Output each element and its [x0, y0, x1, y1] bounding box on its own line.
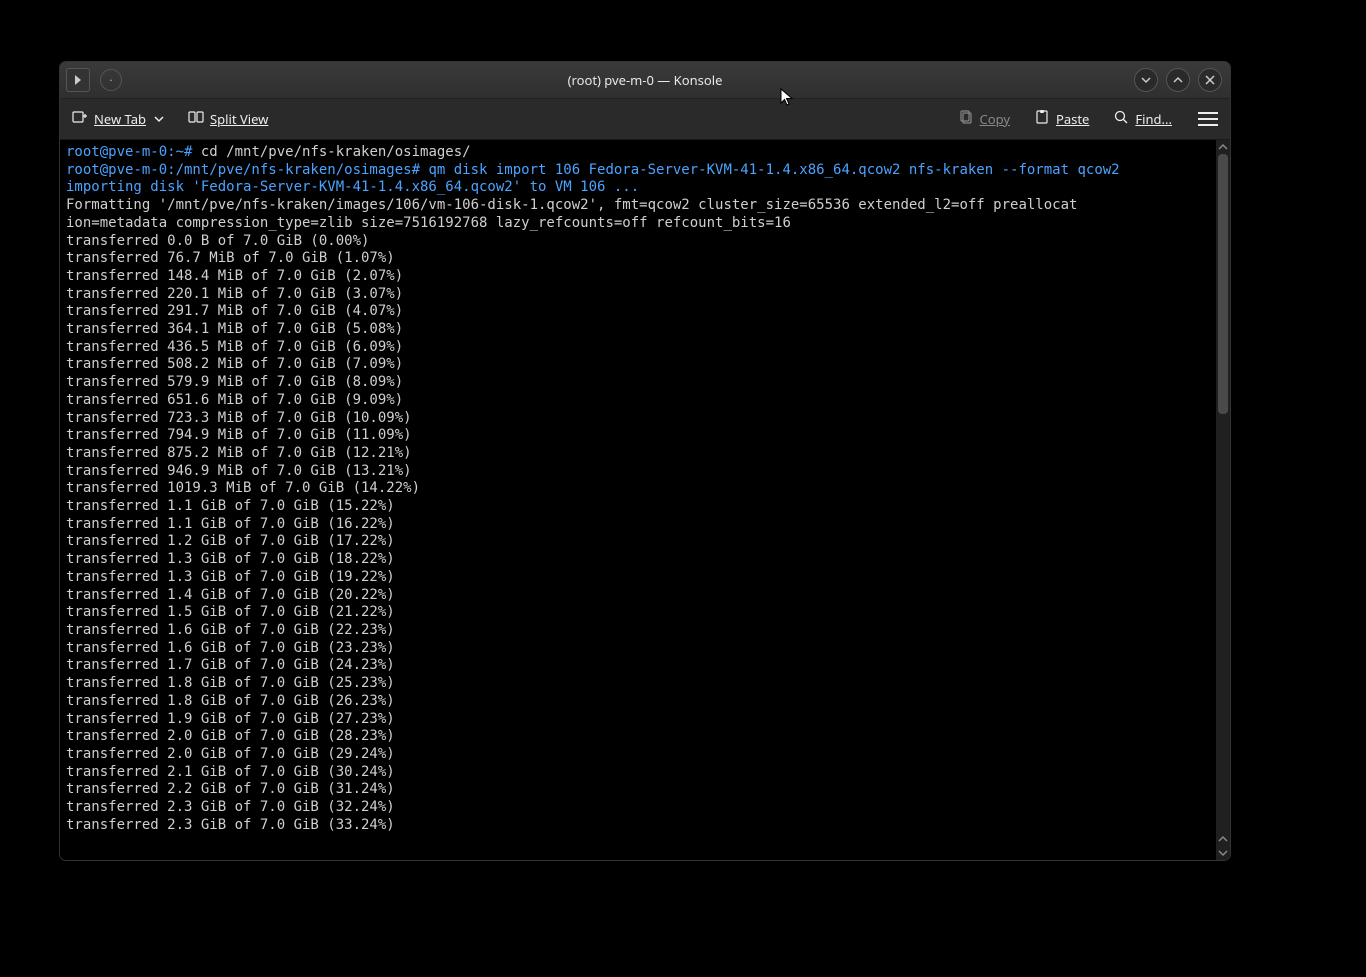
toolbar: New Tab Split View Copy [60, 99, 1230, 140]
hamburger-icon [1198, 112, 1218, 126]
split-view-label: Split View [210, 110, 268, 128]
titlebar: · (root) pve-m-0 — Konsole [60, 62, 1230, 99]
copy-button[interactable]: Copy [954, 105, 1014, 133]
copy-icon [958, 109, 974, 129]
maximize-button[interactable] [1166, 68, 1190, 92]
window-title: (root) pve-m-0 — Konsole [60, 71, 1230, 89]
paste-icon [1034, 109, 1050, 129]
search-icon [1113, 109, 1129, 129]
scrollbar-thumb[interactable] [1218, 154, 1228, 414]
paste-label: Paste [1056, 110, 1089, 128]
scrollbar[interactable] [1216, 140, 1230, 860]
scroll-down-icon[interactable] [1216, 846, 1230, 860]
scroll-up-lower-icon[interactable] [1216, 832, 1230, 846]
new-tab-icon [72, 109, 88, 129]
session-indicator[interactable]: · [100, 69, 122, 91]
konsole-window: · (root) pve-m-0 — Konsole New Tab [60, 62, 1230, 860]
find-label: Find... [1135, 110, 1172, 128]
close-button[interactable] [1198, 68, 1222, 92]
new-tab-label: New Tab [94, 110, 146, 128]
hamburger-menu[interactable] [1192, 108, 1222, 130]
nav-forward-button[interactable] [66, 68, 90, 92]
split-view-button[interactable]: Split View [184, 105, 272, 133]
chevron-down-icon [154, 110, 164, 128]
terminal-area: root@pve-m-0:~# cd /mnt/pve/nfs-kraken/o… [60, 140, 1230, 860]
copy-label: Copy [980, 110, 1010, 128]
split-view-icon [188, 109, 204, 129]
new-tab-button[interactable]: New Tab [68, 105, 168, 133]
scroll-up-icon[interactable] [1216, 140, 1230, 154]
minimize-button[interactable] [1134, 68, 1158, 92]
find-button[interactable]: Find... [1109, 105, 1176, 133]
terminal-output[interactable]: root@pve-m-0:~# cd /mnt/pve/nfs-kraken/o… [60, 140, 1216, 860]
paste-button[interactable]: Paste [1030, 105, 1093, 133]
